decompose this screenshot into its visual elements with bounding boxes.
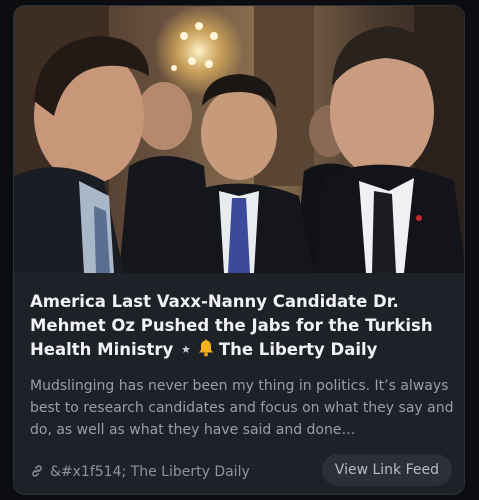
article-photo[interactable] (14, 6, 464, 273)
bell-icon (198, 339, 213, 357)
source-label[interactable]: &#x1f514; The Liberty Daily (50, 464, 250, 480)
article-title[interactable]: America Last Vaxx-Nanny Candidate Dr. Me… (30, 290, 456, 362)
separator-star: ★ (181, 343, 191, 356)
card-footer: &#x1f514; The Liberty Daily View Link Fe… (14, 454, 464, 490)
article-description: Mudslinging has never been my thing in p… (30, 378, 454, 438)
view-link-feed-button[interactable]: View Link Feed (321, 454, 452, 486)
title-source[interactable]: The Liberty Daily (219, 340, 378, 359)
source-link[interactable]: &#x1f514; The Liberty Daily (30, 464, 250, 480)
link-card[interactable]: America Last Vaxx-Nanny Candidate Dr. Me… (13, 5, 465, 495)
link-icon (32, 465, 42, 477)
